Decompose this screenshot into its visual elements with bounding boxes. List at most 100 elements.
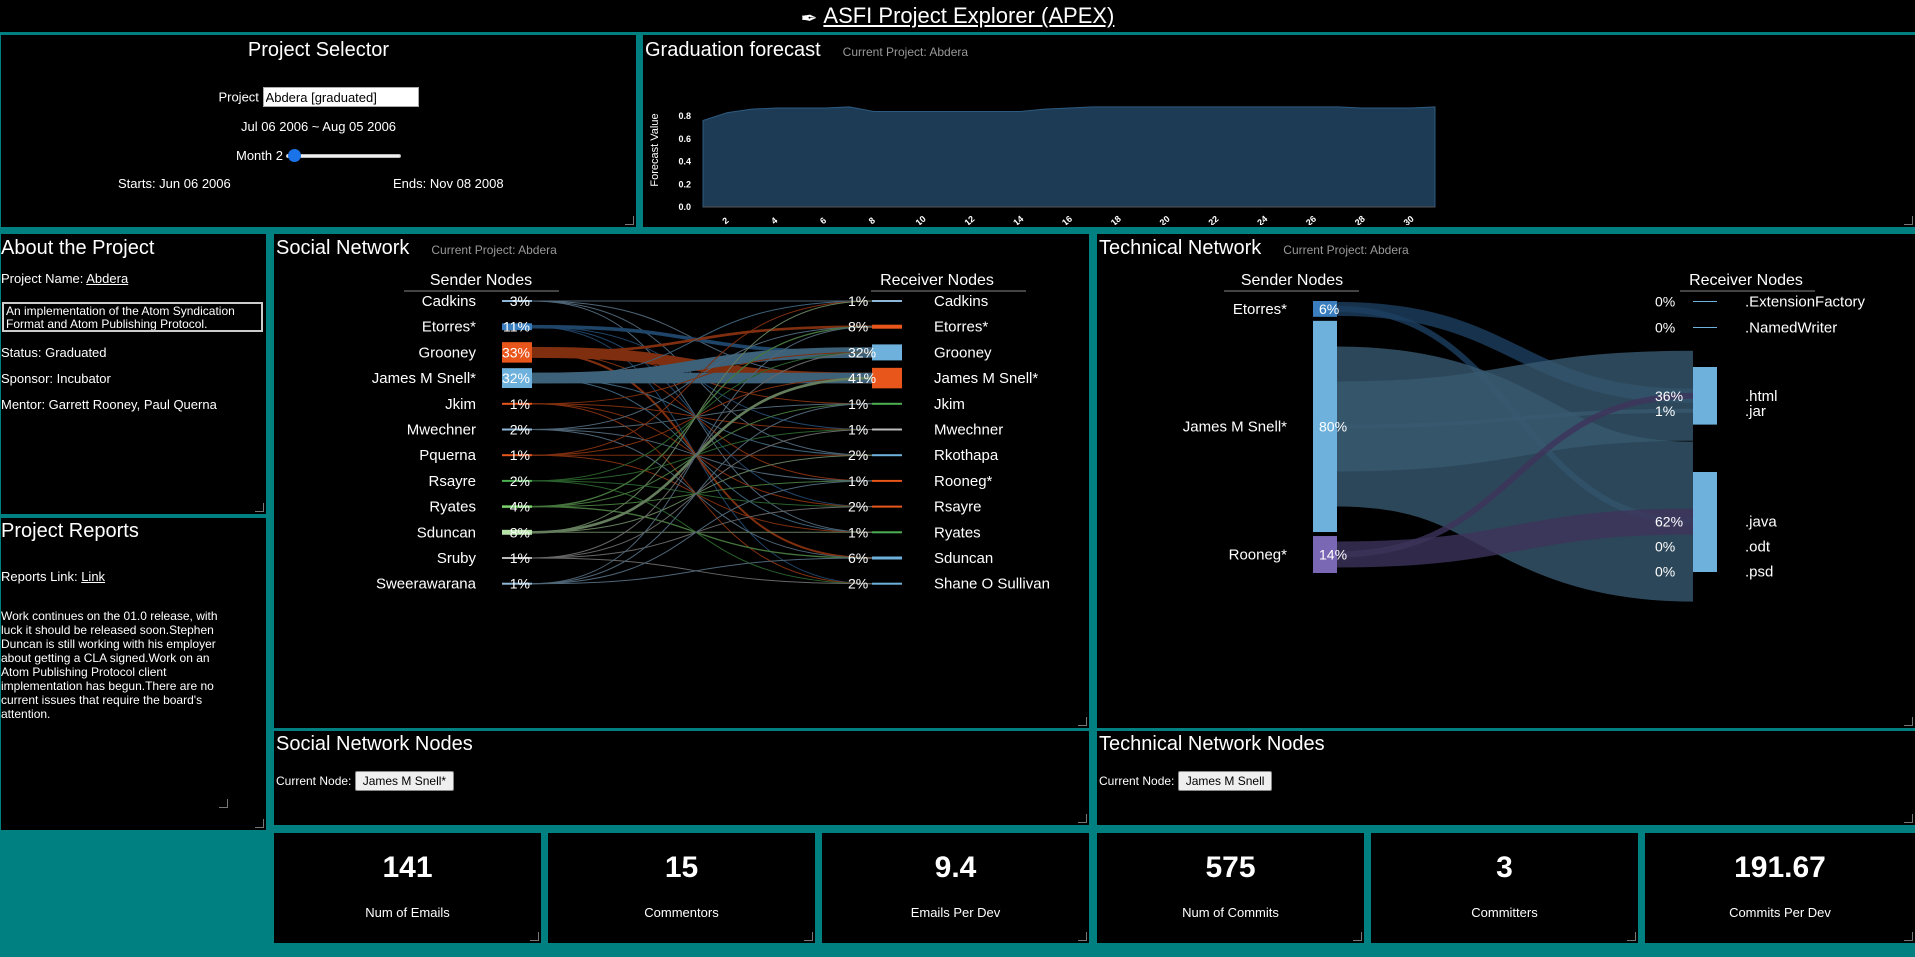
sender-label: Mwechner: [407, 422, 476, 439]
link-path: [531, 300, 873, 533]
x-tick-label: 14: [1011, 214, 1025, 225]
current-node-row: Current Node: James M Snell*: [276, 771, 455, 791]
receiver-bar: [872, 324, 902, 329]
sender-pct: 80%: [1319, 418, 1347, 434]
resize-grip[interactable]: [1078, 932, 1087, 941]
technical-nodes-panel: Technical Network Nodes Current Node: Ja…: [1097, 731, 1915, 825]
reports-link-row: Reports Link: Link: [1, 569, 105, 584]
resize-grip[interactable]: [1904, 932, 1913, 941]
panel-subtitle: Current Project: Abdera: [1283, 243, 1409, 257]
current-node-button[interactable]: James M Snell: [1177, 771, 1273, 791]
receiver-bar: [872, 367, 902, 389]
kpi-committers: 3 Committers: [1371, 833, 1638, 943]
receiver-bar: [872, 344, 902, 361]
sender-label: Sduncan: [417, 524, 476, 541]
receiver-label: Ryates: [934, 524, 981, 541]
receiver-label: James M Snell*: [934, 370, 1038, 387]
link-path: [531, 454, 873, 533]
x-tick-label: 18: [1109, 214, 1123, 225]
current-node-label: Current Node:: [1099, 774, 1178, 788]
kpi-value: 191.67: [1734, 851, 1826, 884]
project-name-link[interactable]: Abdera: [86, 271, 128, 286]
receiver-label: .jar: [1745, 403, 1766, 420]
receiver-label: Rkothapa: [934, 447, 999, 464]
sender-label: Cadkins: [422, 293, 476, 310]
kpi-label: Num of Emails: [365, 905, 450, 920]
resize-grip[interactable]: [255, 503, 264, 512]
receiver-bar: [872, 479, 902, 482]
receiver-pct: 0%: [1655, 564, 1675, 580]
resize-grip[interactable]: [1078, 717, 1087, 726]
receiver-label: Cadkins: [934, 293, 988, 310]
technical-header: Technical Network Current Project: Abdera: [1099, 237, 1409, 260]
current-node-button[interactable]: James M Snell*: [354, 771, 455, 791]
app-title-link[interactable]: ASFI Project Explorer (APEX): [823, 3, 1114, 28]
x-tick-label: 4: [769, 215, 779, 225]
resize-grip[interactable]: [255, 819, 264, 828]
receiver-bar: [872, 556, 902, 560]
panel-title: Project Reports: [1, 520, 139, 542]
kpi-commits-per-dev: 191.67 Commits Per Dev: [1645, 833, 1915, 943]
receiver-pct: 32%: [848, 344, 876, 360]
sender-pct: 3%: [510, 293, 530, 309]
resize-grip[interactable]: [1078, 814, 1087, 823]
y-tick-label: 0.4: [678, 157, 691, 167]
project-status: Status: Graduated: [1, 345, 107, 360]
reports-textarea[interactable]: Work continues on the 01.0 release, with…: [1, 609, 226, 809]
month-slider[interactable]: [286, 149, 401, 163]
panel-title: Technical Network: [1099, 237, 1262, 259]
resize-grip[interactable]: [625, 216, 634, 225]
panel-title: Technical Network Nodes: [1099, 733, 1325, 755]
textarea-resize-grip[interactable]: [219, 799, 228, 808]
sender-pct: 2%: [510, 473, 530, 489]
kpi-label: Committers: [1471, 905, 1538, 920]
resize-grip[interactable]: [530, 932, 539, 941]
panel-title: Social Network Nodes: [276, 733, 473, 755]
link-path: [531, 557, 873, 585]
kpi-emails-per-dev: 9.4 Emails Per Dev: [822, 833, 1089, 943]
resize-grip[interactable]: [1627, 932, 1636, 941]
y-tick-label: 0.0: [678, 202, 691, 212]
kpi-value: 15: [664, 851, 699, 884]
y-tick-label: 0.2: [678, 179, 691, 189]
project-input[interactable]: [262, 87, 419, 107]
resize-grip[interactable]: [1904, 717, 1913, 726]
receiver-bar: [872, 402, 902, 405]
receiver-pct: 1%: [848, 524, 868, 540]
panel-title: Project Selector: [247, 39, 390, 61]
sender-pct: 8%: [510, 524, 530, 540]
sender-label: Etorres*: [1233, 301, 1287, 318]
y-tick-label: 0.6: [678, 134, 691, 144]
sender-label: Etorres*: [422, 319, 476, 336]
description-box[interactable]: An implementation of the Atom Syndicatio…: [2, 302, 263, 332]
resize-grip[interactable]: [1904, 814, 1913, 823]
slider-thumb[interactable]: [288, 149, 302, 162]
panel-title: About the Project: [1, 237, 155, 259]
reports-link[interactable]: Link: [81, 569, 105, 584]
sender-pct: 33%: [502, 344, 530, 360]
resize-grip[interactable]: [1904, 216, 1913, 225]
social-header: Social Network Current Project: Abdera: [276, 237, 557, 260]
panel-subtitle: Current Project: Abdera: [431, 243, 557, 257]
sender-label: Rsayre: [428, 473, 476, 490]
x-tick-label: 20: [1158, 214, 1172, 225]
link-path: [531, 480, 873, 508]
resize-grip[interactable]: [1353, 932, 1362, 941]
receiver-pct: 6%: [848, 550, 868, 566]
social-sankey: Sender Nodes Receiver Nodes Cadkins 3% Etorr…: [372, 272, 1050, 593]
sender-label: Grooney: [418, 344, 476, 361]
link-path: [531, 480, 873, 508]
receiver-label: Jkim: [934, 396, 965, 413]
receiver-bar: [872, 428, 902, 431]
current-node-label: Current Node:: [276, 774, 355, 788]
panel-title: Social Network: [276, 237, 410, 259]
resize-grip[interactable]: [804, 932, 813, 941]
receiver-header: Receiver Nodes: [880, 272, 994, 289]
link-path: [531, 557, 873, 585]
sender-label: Sweerawarana: [376, 576, 477, 593]
receiver-pct: 1%: [848, 473, 868, 489]
technical-sankey: Sender Nodes Receiver Nodes Etorres* 6% Jame…: [1183, 272, 1866, 602]
forecast-area: [702, 106, 1436, 208]
x-tick-label: 22: [1206, 214, 1220, 225]
receiver-pct: 1%: [1655, 403, 1675, 419]
